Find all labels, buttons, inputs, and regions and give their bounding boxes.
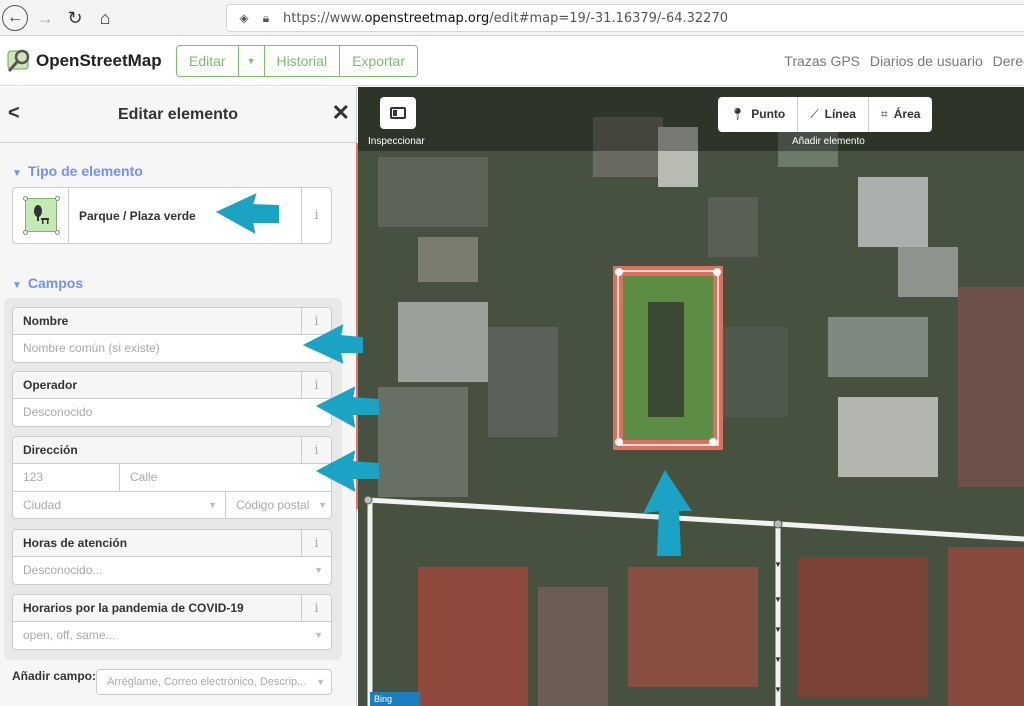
area-icon: ⌗: [880, 107, 888, 121]
chevron-down-icon[interactable]: ▼: [316, 670, 325, 694]
svg-text:▼: ▼: [774, 595, 782, 604]
name-input[interactable]: Nombre común (si existe) ▼: [13, 335, 331, 362]
browser-toolbar: ← → ↻ ⌂ ◈ 🔒︎ https://www.openstreetmap.o…: [0, 0, 1024, 36]
sidebar-header: < Editar elemento ✕: [0, 87, 356, 143]
field-label: Horarios por la pandemia de COVID-19: [13, 595, 331, 622]
section-feature-type[interactable]: ▼ Tipo de elemento: [12, 163, 143, 179]
back-button[interactable]: ←: [2, 5, 28, 31]
history-button[interactable]: Historial: [264, 46, 341, 76]
edit-nav-group: Editar ▼ Historial Exportar: [176, 45, 418, 77]
chevron-down-icon: ▼: [12, 280, 22, 291]
field-covid-hours: Horarios por la pandemia de COVID-19 i o…: [12, 594, 332, 650]
chevron-down-icon[interactable]: ▼: [318, 492, 327, 519]
pin-icon: 📍︎: [730, 107, 746, 121]
map-canvas[interactable]: ▼ ▼ ▼ ▼ ▼ Inspeccionar 📍︎ Punto ⟋ Línea ⌗ Á…: [358, 87, 1024, 706]
address-row-1: 123 Calle: [13, 464, 331, 491]
link-copyright[interactable]: Derec: [993, 53, 1024, 69]
line-icon: ⟋: [810, 107, 819, 121]
info-icon[interactable]: i: [301, 308, 331, 335]
sidebar-toggle-icon: [390, 107, 406, 119]
brand-name[interactable]: OpenStreetMap: [36, 51, 162, 71]
chevron-down-icon[interactable]: ▼: [314, 557, 323, 584]
osm-header: OpenStreetMap Editar ▼ Historial Exporta…: [0, 36, 1024, 86]
street-input[interactable]: Calle: [120, 464, 331, 491]
editor-sidebar: < Editar elemento ✕ ▼ Tipo de elemento Pa…: [0, 87, 357, 706]
info-icon[interactable]: i: [301, 188, 331, 243]
address-row-2: Ciudad ▼ Código postal ▼: [13, 491, 331, 519]
add-field-input[interactable]: Arréglame, Correo electrónico, Descrip..…: [96, 669, 332, 695]
export-button[interactable]: Exportar: [340, 46, 417, 76]
park-icon: [13, 188, 69, 243]
hours-input[interactable]: Desconocido... ▼: [13, 557, 331, 584]
city-input[interactable]: Ciudad ▼: [13, 492, 226, 519]
add-point-button[interactable]: 📍︎ Punto: [718, 97, 799, 132]
url-text: https://www.openstreetmap.org/edit#map=1…: [283, 10, 728, 26]
edit-button[interactable]: Editar: [177, 46, 239, 76]
svg-text:▼: ▼: [774, 655, 782, 664]
link-gps-traces[interactable]: Trazas GPS: [784, 53, 860, 69]
field-name: Nombre i Nombre común (si existe) ▼: [12, 307, 332, 363]
field-label: Horas de atención: [13, 530, 331, 557]
top-links: Trazas GPS Diarios de usuario Derec: [778, 53, 1024, 69]
sidebar-title: Editar elemento: [117, 105, 239, 123]
shield-icon: ◈: [239, 11, 249, 25]
osm-logo[interactable]: [6, 47, 32, 73]
field-label: Dirección: [13, 437, 331, 464]
info-icon[interactable]: i: [301, 595, 331, 622]
forward-button[interactable]: →: [32, 5, 58, 31]
lock-icon: 🔒︎: [262, 10, 270, 25]
svg-text:▼: ▼: [774, 560, 782, 569]
back-chevron-icon[interactable]: <: [8, 102, 20, 125]
satellite-imagery: ▼ ▼ ▼ ▼ ▼: [358, 87, 1024, 706]
field-operator: Operador i Desconocido: [12, 371, 332, 427]
chevron-down-icon[interactable]: ▼: [314, 335, 323, 362]
covid-input[interactable]: open, off, same... ▼: [13, 622, 331, 649]
add-area-button[interactable]: ⌗ Área: [869, 97, 932, 132]
close-icon[interactable]: ✕: [332, 100, 350, 126]
housenumber-input[interactable]: 123: [13, 464, 120, 491]
field-opening-hours: Horas de atención i Desconocido... ▼: [12, 529, 332, 585]
field-address: Dirección i 123 Calle Ciudad ▼ Código pos…: [12, 436, 332, 519]
link-user-diaries[interactable]: Diarios de usuario: [870, 53, 983, 69]
home-button[interactable]: ⌂: [92, 5, 118, 31]
chevron-down-icon: ▼: [12, 168, 22, 179]
operator-input[interactable]: Desconocido: [13, 399, 331, 426]
address-bar[interactable]: ◈ 🔒︎ https://www.openstreetmap.org/edit#…: [226, 4, 1024, 32]
info-icon[interactable]: i: [301, 372, 331, 399]
add-field-label: Añadir campo:: [12, 669, 97, 683]
svg-text:▼: ▼: [774, 625, 782, 634]
preset-name: Parque / Plaza verde: [79, 209, 196, 223]
add-feature-label: Añadir elemento: [792, 136, 865, 147]
info-icon[interactable]: i: [301, 530, 331, 557]
section-fields[interactable]: ▼ Campos: [12, 275, 83, 291]
svg-text:▼: ▼: [774, 685, 782, 694]
add-line-button[interactable]: ⟋ Línea: [798, 97, 869, 132]
add-mode-group: 📍︎ Punto ⟋ Línea ⌗ Área: [718, 97, 933, 132]
reload-button[interactable]: ↻: [62, 5, 88, 31]
field-label: Operador: [13, 372, 331, 399]
field-label: Nombre: [13, 308, 331, 335]
imagery-attribution[interactable]: Bing: [370, 692, 420, 706]
postcode-input[interactable]: Código postal ▼: [226, 492, 331, 519]
tree-bench-icon: [34, 205, 49, 224]
edit-dropdown-icon[interactable]: ▼: [238, 46, 265, 76]
chevron-down-icon[interactable]: ▼: [314, 622, 323, 649]
inspect-button[interactable]: [380, 97, 416, 129]
inspect-label: Inspeccionar: [368, 136, 425, 147]
preset-card[interactable]: Parque / Plaza verde i: [12, 187, 332, 244]
info-icon[interactable]: i: [301, 437, 331, 464]
chevron-down-icon[interactable]: ▼: [208, 492, 217, 519]
